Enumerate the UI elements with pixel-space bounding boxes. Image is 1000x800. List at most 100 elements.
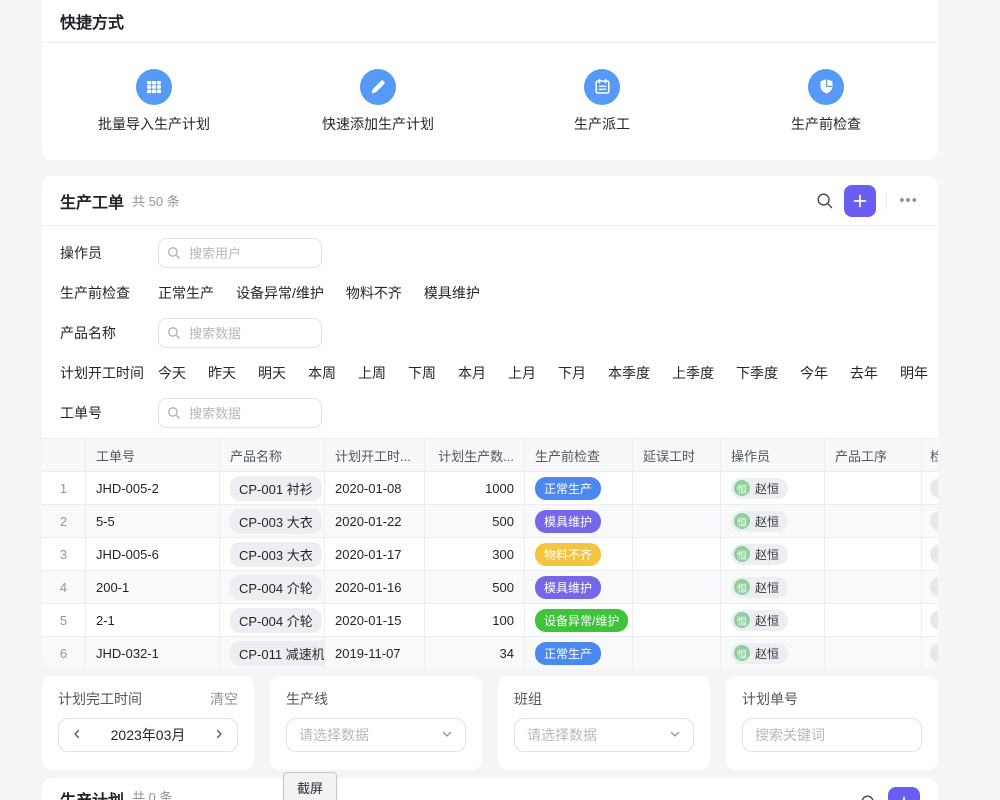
finish-time-label: 计划完工时间	[58, 689, 142, 709]
filter-product: 产品名称	[42, 313, 938, 353]
avatar: 恒	[734, 579, 750, 595]
operator-chip: 恒赵恒	[731, 577, 788, 598]
cell-product: CP-004 介轮	[220, 604, 325, 637]
filter-option[interactable]: 昨天	[208, 363, 236, 383]
cell-product: CP-001 衬衫	[220, 472, 325, 505]
cell-inspector	[922, 571, 938, 604]
search-icon[interactable]	[816, 192, 834, 210]
operator-name: 赵恒	[755, 480, 779, 497]
filter-option[interactable]: 物料不齐	[346, 283, 402, 303]
precheck-status-badge: 设备异常/维护	[535, 609, 628, 632]
col-operator: 操作员	[721, 439, 825, 472]
team-select[interactable]: 请选择数据	[514, 718, 694, 752]
filter-option[interactable]: 设备异常/维护	[236, 283, 324, 303]
cell-process	[825, 637, 922, 668]
filter-option[interactable]: 上季度	[672, 363, 714, 383]
production-plan-count: 共 0 条	[132, 787, 172, 800]
month-picker[interactable]: 2023年03月	[58, 718, 238, 752]
table-row[interactable]: 52-1CP-004 介轮2020-01-15100设备异常/维护恒赵恒	[42, 604, 938, 637]
filter-order-no: 工单号	[42, 393, 938, 433]
cell-inspector	[922, 637, 938, 668]
avatar	[930, 577, 938, 597]
filter-label: 生产前检查	[60, 283, 158, 303]
filter-option[interactable]: 今天	[158, 363, 186, 383]
table-row[interactable]: 25-5CP-003 大衣2020-01-22500模具维护恒赵恒	[42, 505, 938, 538]
shortcut-label: 快速添加生产计划	[322, 114, 434, 134]
filter-option[interactable]: 下月	[558, 363, 586, 383]
cell-inspector	[922, 505, 938, 538]
cell-product: CP-003 大衣	[220, 538, 325, 571]
filter-option[interactable]: 本季度	[608, 363, 650, 383]
grid-icon	[136, 69, 172, 105]
cell-order-no: JHD-005-6	[86, 538, 220, 571]
shortcuts-list: 批量导入生产计划 快速添加生产计划 生产派工	[42, 43, 938, 159]
avatar	[930, 544, 938, 564]
cell-precheck: 模具维护	[525, 505, 633, 538]
select-placeholder: 请选择数据	[527, 725, 597, 745]
col-qty: 计划生产数...	[425, 439, 525, 472]
plan-no-input[interactable]	[742, 718, 922, 752]
product-tag: CP-003 大衣	[230, 509, 322, 534]
operator-name: 赵恒	[755, 579, 779, 596]
avatar: 恒	[734, 513, 750, 529]
cell-order-no: JHD-005-2	[86, 472, 220, 505]
filter-option[interactable]: 下周	[408, 363, 436, 383]
add-button[interactable]	[844, 185, 876, 217]
filter-label: 操作员	[60, 243, 158, 263]
cell-qty: 300	[425, 538, 525, 571]
avatar	[930, 610, 938, 630]
operator-name: 赵恒	[755, 612, 779, 629]
filter-option[interactable]: 本月	[458, 363, 486, 383]
precheck-options: 正常生产 设备异常/维护 物料不齐 模具维护	[158, 283, 480, 303]
table-row[interactable]: 1JHD-005-2CP-001 衬衫2020-01-081000正常生产恒赵恒	[42, 472, 938, 505]
chevron-right-icon[interactable]	[213, 727, 225, 743]
filter-option[interactable]: 本周	[308, 363, 336, 383]
filter-option[interactable]: 上周	[358, 363, 386, 383]
table-row[interactable]: 4200-1CP-004 介轮2020-01-16500模具维护恒赵恒	[42, 571, 938, 604]
cell-precheck: 物料不齐	[525, 538, 633, 571]
filter-option[interactable]: 去年	[850, 363, 878, 383]
calendar-icon	[584, 69, 620, 105]
production-plan-card: 生产计划 共 0 条	[42, 778, 938, 800]
production-line-select[interactable]: 请选择数据	[286, 718, 466, 752]
operator-search-input[interactable]	[158, 238, 322, 268]
product-tag: CP-004 介轮	[230, 575, 322, 600]
add-button[interactable]	[888, 787, 920, 800]
table-row[interactable]: 3JHD-005-6CP-003 大衣2020-01-17300物料不齐恒赵恒	[42, 538, 938, 571]
cell-start-date: 2020-01-16	[325, 571, 425, 604]
product-search-input[interactable]	[158, 318, 322, 348]
clear-button[interactable]: 清空	[210, 689, 238, 709]
row-index: 1	[42, 472, 86, 505]
product-tag: CP-004 介轮	[230, 608, 322, 633]
cell-precheck: 正常生产	[525, 472, 633, 505]
shortcut-batch-import[interactable]: 批量导入生产计划	[42, 43, 266, 159]
filter-option[interactable]: 上月	[508, 363, 536, 383]
filter-option[interactable]: 明年	[900, 363, 928, 383]
cell-order-no: JHD-032-1	[86, 637, 220, 668]
chevron-left-icon[interactable]	[71, 727, 83, 743]
order-no-search-input[interactable]	[158, 398, 322, 428]
shortcut-dispatch[interactable]: 生产派工	[490, 43, 714, 159]
shortcut-label: 批量导入生产计划	[98, 114, 210, 134]
shortcut-quick-add[interactable]: 快速添加生产计划	[266, 43, 490, 159]
table-row[interactable]: 6JHD-032-1CP-011 减速机2019-11-0734正常生产恒赵恒	[42, 637, 938, 668]
product-tag: CP-011 减速机	[230, 641, 325, 666]
cell-delay	[633, 604, 721, 637]
col-precheck: 生产前检查	[525, 439, 633, 472]
filter-option[interactable]: 模具维护	[424, 283, 480, 303]
operator-name: 赵恒	[755, 546, 779, 563]
search-icon[interactable]	[860, 794, 878, 800]
row-index: 5	[42, 604, 86, 637]
col-inspector: 检验员	[922, 439, 938, 472]
filter-option[interactable]: 明天	[258, 363, 286, 383]
cell-operator: 恒赵恒	[721, 637, 825, 668]
filter-option[interactable]: 今年	[800, 363, 828, 383]
team-card: 班组 请选择数据	[498, 676, 710, 770]
shortcut-precheck[interactable]: 生产前检查	[714, 43, 938, 159]
filter-option[interactable]: 正常生产	[158, 283, 214, 303]
more-menu-icon[interactable]: •••	[897, 192, 920, 209]
screenshot-button[interactable]: 截屏	[283, 772, 337, 800]
team-label: 班组	[514, 689, 542, 709]
product-search	[158, 318, 322, 348]
filter-option[interactable]: 下季度	[736, 363, 778, 383]
